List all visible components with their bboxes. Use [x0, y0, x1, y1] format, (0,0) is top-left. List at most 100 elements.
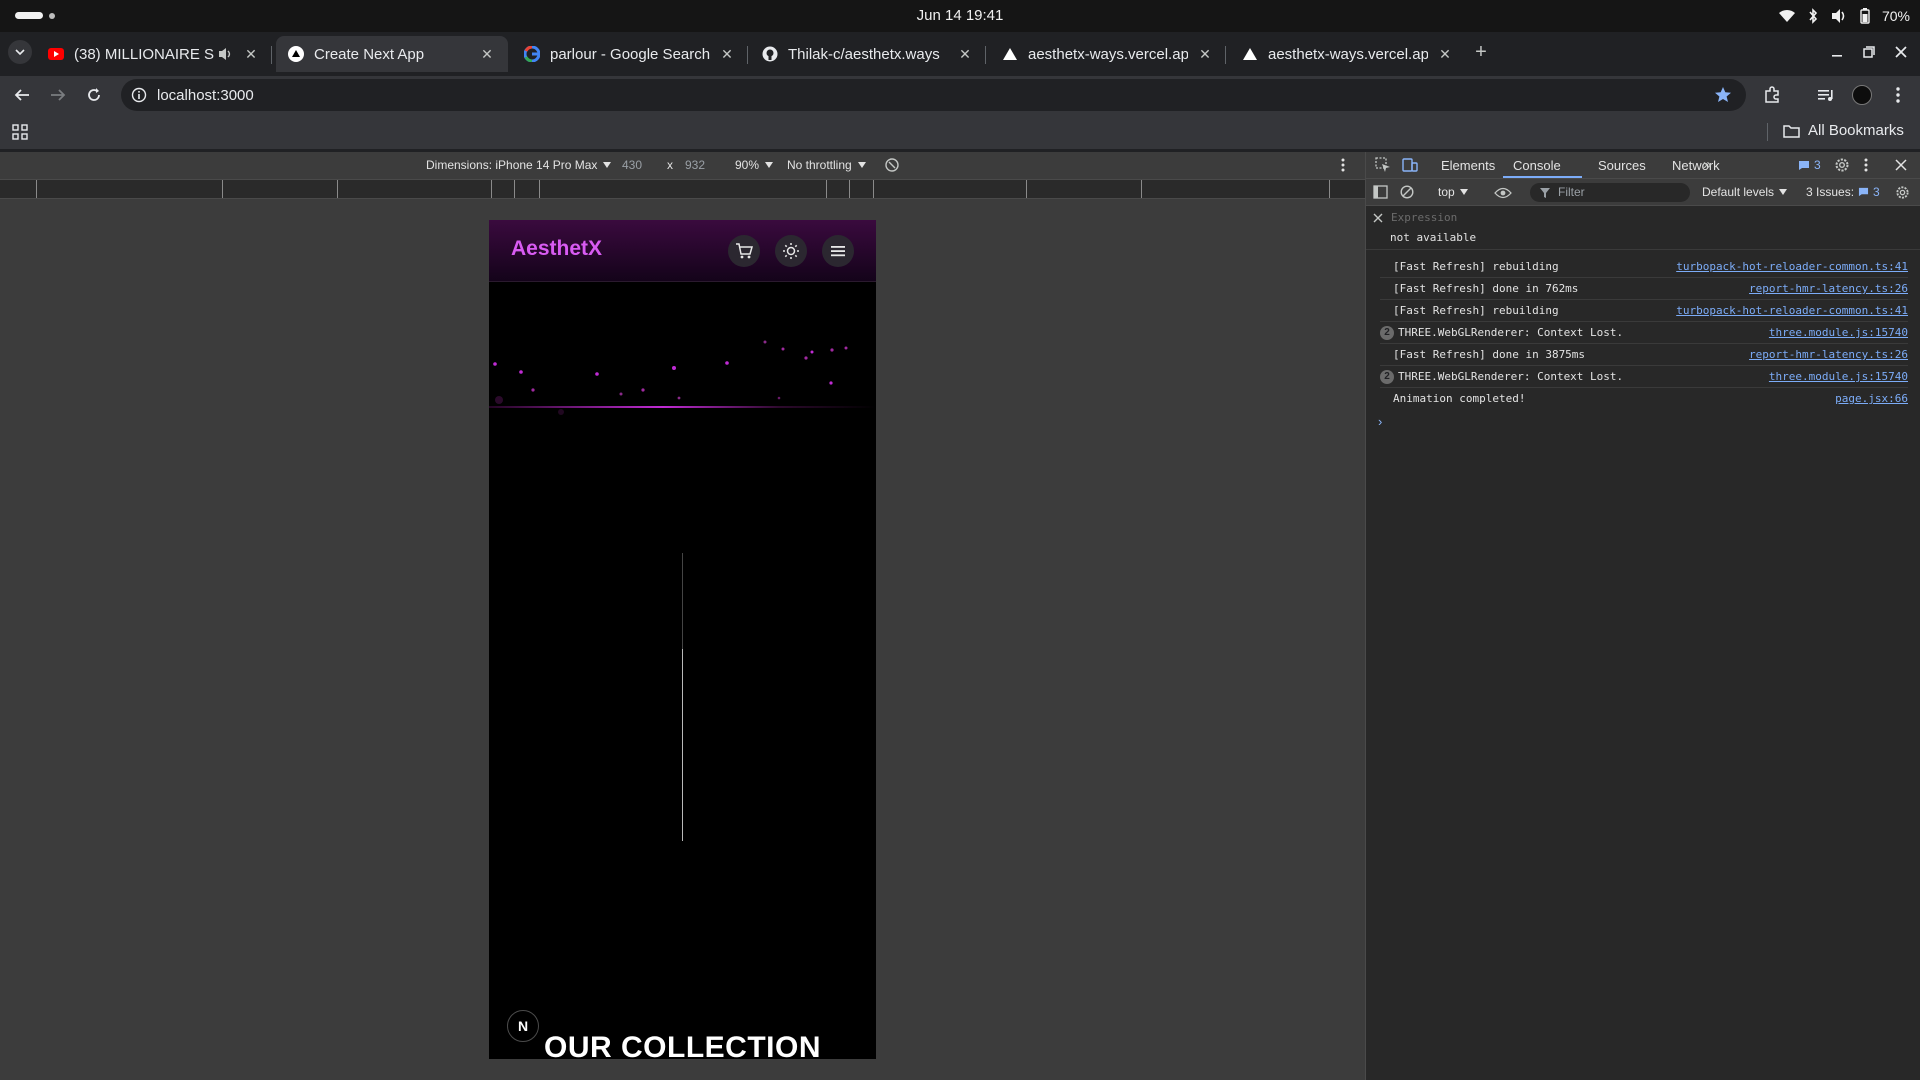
reload-button[interactable] — [83, 84, 105, 106]
messages-badge[interactable]: 3 — [1798, 158, 1821, 172]
issues-button[interactable]: 3 Issues: 3 — [1806, 185, 1880, 199]
clock[interactable]: Jun 14 19:41 — [0, 7, 1920, 24]
console-settings-icon[interactable] — [1895, 185, 1910, 200]
forward-button[interactable] — [47, 84, 69, 106]
caret-down-icon — [765, 162, 774, 168]
media-query-bar[interactable] — [0, 179, 1365, 199]
more-vertical-icon — [1896, 87, 1900, 103]
device-height-input[interactable]: 932 — [685, 158, 705, 172]
tab-console[interactable]: Console — [1513, 158, 1561, 173]
tab-sources[interactable]: Sources — [1598, 158, 1646, 173]
settings-gear-icon[interactable] — [1834, 157, 1850, 173]
close-tab-icon[interactable]: ✕ — [1436, 45, 1454, 63]
device-toggle-icon[interactable] — [1402, 157, 1418, 173]
browser-tab[interactable]: Thilak-c/aesthetx.ways ✕ — [750, 36, 986, 72]
devtools-panel: Elements Console Sources Network » 3 top… — [1365, 152, 1920, 1080]
device-select[interactable]: Dimensions: iPhone 14 Pro Max — [426, 158, 612, 172]
log-levels-select[interactable]: Default levels — [1702, 185, 1788, 199]
browser-tab[interactable]: parlour - Google Search ✕ — [512, 36, 748, 72]
active-tab-indicator — [1503, 176, 1582, 178]
close-tab-icon[interactable]: ✕ — [1196, 45, 1214, 63]
console-log-row: [Fast Refresh] done in 3875ms report-hmr… — [1380, 344, 1908, 366]
system-tray[interactable]: 70% — [1778, 6, 1910, 26]
throttling-select[interactable]: No throttling — [787, 158, 866, 172]
live-expression[interactable]: Expression not available — [1366, 206, 1920, 250]
eye-icon[interactable] — [1494, 187, 1512, 199]
console-filter-input[interactable]: Filter — [1530, 183, 1690, 202]
browser-menu-button[interactable] — [1887, 84, 1909, 106]
sidebar-toggle-icon[interactable] — [1373, 185, 1388, 199]
apps-button[interactable] — [9, 121, 31, 143]
browser-tab[interactable]: aesthetx-ways.vercel.app ✕ — [1230, 36, 1466, 72]
device-viewport-area: Dimensions: iPhone 14 Pro Max 430 x 932 … — [0, 152, 1365, 1080]
zoom-select[interactable]: 90% — [735, 158, 774, 172]
devtools-tab-bar: Elements Console Sources Network » 3 — [1366, 152, 1920, 179]
theme-toggle-button[interactable] — [775, 235, 807, 267]
brand-logo[interactable]: AesthetX — [511, 237, 602, 261]
tab-network[interactable]: Network — [1672, 158, 1720, 173]
log-source-link[interactable]: report-hmr-latency.ts:26 — [1749, 348, 1908, 361]
more-vertical-icon[interactable] — [1864, 158, 1868, 172]
console-prompt[interactable]: › — [1378, 414, 1382, 429]
log-source-link[interactable]: three.module.js:15740 — [1769, 370, 1908, 383]
more-tabs-icon[interactable]: » — [1703, 156, 1711, 173]
all-bookmarks-label: All Bookmarks — [1808, 122, 1904, 139]
speaker-icon[interactable] — [218, 47, 234, 61]
close-tab-icon[interactable]: ✕ — [242, 45, 260, 63]
log-source-link[interactable]: turbopack-hot-reloader-common.ts:41 — [1676, 260, 1908, 273]
profile-button[interactable] — [1851, 84, 1873, 106]
log-source-link[interactable]: page.jsx:66 — [1835, 392, 1908, 405]
console-log-row: [Fast Refresh] done in 762ms report-hmr-… — [1380, 278, 1908, 300]
all-bookmarks-button[interactable]: All Bookmarks — [1783, 122, 1904, 139]
tab-search-button[interactable] — [8, 40, 32, 64]
issues-count: 3 — [1873, 185, 1880, 199]
repeat-count-badge: 2 — [1380, 370, 1394, 384]
tab-title: parlour - Google Search — [550, 45, 710, 63]
url-text[interactable]: localhost:3000 — [157, 87, 254, 104]
browser-tab[interactable]: (38) MILLIONAIRE SO ✕ — [36, 36, 272, 72]
expression-input[interactable]: Expression — [1391, 211, 1457, 224]
maximize-button[interactable] — [1858, 41, 1880, 63]
vertical-line-faint — [682, 553, 683, 649]
github-icon — [762, 46, 778, 62]
context-select[interactable]: top — [1438, 185, 1468, 199]
more-vertical-icon[interactable] — [1341, 158, 1345, 172]
menu-button[interactable] — [822, 235, 854, 267]
new-tab-button[interactable]: + — [1470, 41, 1492, 63]
inspect-element-icon[interactable] — [1375, 157, 1391, 173]
site-info-icon[interactable] — [131, 87, 147, 103]
address-bar[interactable]: localhost:3000 — [121, 79, 1746, 111]
tab-elements[interactable]: Elements — [1441, 158, 1495, 173]
device-width-input[interactable]: 430 — [622, 158, 642, 172]
log-source-link[interactable]: report-hmr-latency.ts:26 — [1749, 282, 1908, 295]
media-controls-button[interactable] — [1815, 84, 1837, 106]
log-message: THREE.WebGLRenderer: Context Lost. — [1398, 370, 1624, 383]
arrow-left-icon — [14, 89, 29, 101]
log-source-link[interactable]: turbopack-hot-reloader-common.ts:41 — [1676, 304, 1908, 317]
close-icon[interactable] — [1895, 159, 1907, 171]
expression-result: not available — [1390, 231, 1477, 244]
close-tab-icon[interactable]: ✕ — [956, 45, 974, 63]
os-top-bar: Jun 14 19:41 70% — [0, 0, 1920, 32]
caret-down-icon — [1779, 189, 1788, 195]
close-icon[interactable] — [1373, 213, 1383, 223]
emulated-page[interactable]: AesthetX N OUR COLLECTION — [489, 220, 876, 1059]
cart-button[interactable] — [728, 235, 760, 267]
rotate-icon[interactable] — [884, 157, 900, 173]
close-tab-icon[interactable]: ✕ — [478, 45, 496, 63]
browser-tab[interactable]: aesthetx-ways.vercel.app ✕ — [990, 36, 1226, 72]
close-window-button[interactable] — [1890, 41, 1912, 63]
apps-grid-icon — [12, 124, 28, 140]
caret-down-icon — [1459, 189, 1468, 195]
close-tab-icon[interactable]: ✕ — [718, 45, 736, 63]
extensions-button[interactable] — [1761, 84, 1783, 106]
back-button[interactable] — [11, 84, 33, 106]
clear-console-icon[interactable] — [1400, 185, 1414, 199]
minimize-icon — [1832, 55, 1842, 57]
tab-title: aesthetx-ways.vercel.app — [1028, 45, 1188, 63]
log-source-link[interactable]: three.module.js:15740 — [1769, 326, 1908, 339]
bookmark-star-icon[interactable] — [1714, 86, 1732, 104]
minimize-button[interactable] — [1826, 41, 1848, 63]
browser-tab-active[interactable]: Create Next App ✕ — [276, 36, 508, 72]
filter-placeholder: Filter — [1558, 185, 1585, 199]
